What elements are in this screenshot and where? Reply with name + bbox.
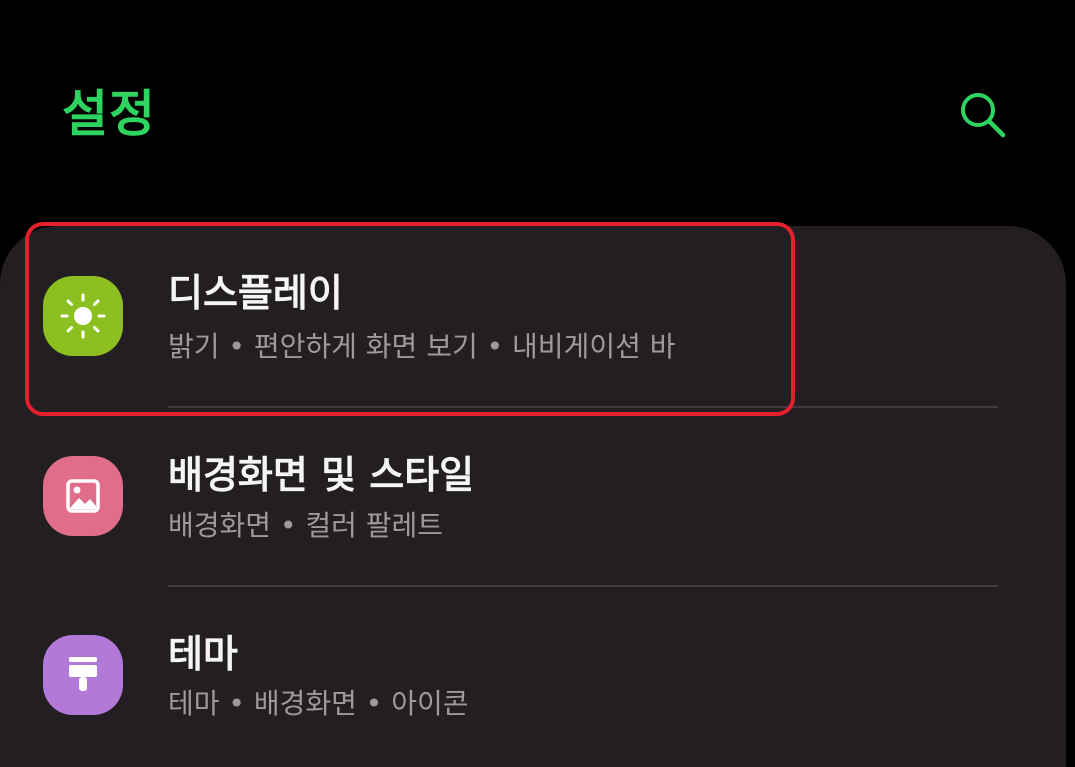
settings-list: 디스플레이 밝기 • 편안하게 화면 보기 • 내비게이션 바 배경화면 및 스… [0, 226, 1066, 767]
search-button[interactable] [950, 82, 1016, 148]
brightness-icon [43, 276, 123, 356]
search-icon [961, 93, 1006, 138]
settings-item-theme[interactable]: 테마 테마 • 배경화면 • 아이콘 [0, 587, 1066, 759]
settings-item-display[interactable]: 디스플레이 밝기 • 편안하게 화면 보기 • 내비게이션 바 [0, 226, 1066, 398]
settings-item-subtitle: 배경화면 • 컬러 팔레트 [168, 509, 444, 542]
settings-item-subtitle: 테마 • 배경화면 • 아이콘 [168, 687, 469, 720]
settings-screen: 설정 디스플레이 밝기 • 편안하게 화면 보기 • 내비게이션 바 배경화면 … [0, 0, 1075, 767]
wallpaper-icon [43, 456, 123, 536]
paintbrush-icon [43, 635, 123, 715]
settings-item-title: 배경화면 및 스타일 [168, 453, 475, 497]
settings-item-wallpaper[interactable]: 배경화면 및 스타일 배경화면 • 컬러 팔레트 [0, 408, 1066, 580]
page-title: 설정 [62, 85, 156, 143]
settings-item-subtitle: 밝기 • 편안하게 화면 보기 • 내비게이션 바 [168, 330, 676, 363]
settings-item-title: 테마 [168, 632, 238, 676]
settings-item-title: 디스플레이 [168, 271, 343, 315]
